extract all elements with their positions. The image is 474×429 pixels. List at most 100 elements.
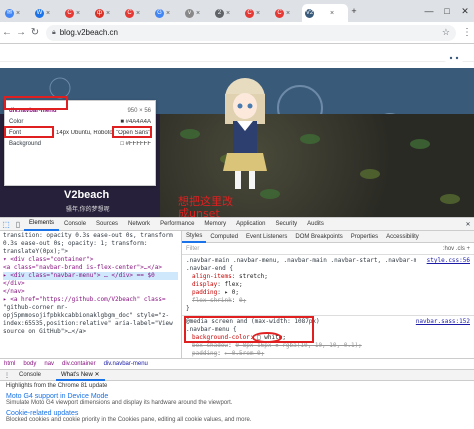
devtools-tab[interactable]: Security	[270, 218, 302, 231]
browser-tab[interactable]: W ×	[32, 4, 61, 22]
dom-node-line[interactable]: ▸ <div class="navbar-menu"> … </div> == …	[3, 272, 178, 280]
tab-close-icon[interactable]: ×	[256, 10, 260, 17]
tab-close-icon[interactable]: ×	[330, 10, 334, 17]
tab-favicon-icon: C	[275, 8, 284, 18]
breadcrumb-item[interactable]: nav	[44, 361, 54, 367]
dom-node-line[interactable]: transition: opacity 0.3s ease-out 0s, tr…	[3, 232, 178, 240]
devtools-close-button[interactable]: ✕	[462, 221, 474, 228]
tab-close-icon[interactable]: ×	[46, 10, 50, 17]
whats-new-item[interactable]: Moto G4 support in Device Mode Simulate M…	[6, 393, 468, 406]
inspect-icon[interactable]: ⬚	[0, 220, 12, 229]
browser-tab[interactable]: V2 ×	[302, 4, 348, 22]
dom-node-line[interactable]: </nav>	[3, 288, 178, 296]
devtools-panel: ⬚ ▯ Elements Console Sources Network Perform…	[0, 217, 474, 429]
browser-tab[interactable]: G ×	[152, 4, 181, 22]
tooltip-row-label: Color	[9, 118, 24, 125]
devtools-tab[interactable]: Performance	[155, 218, 199, 231]
bookmark-star-icon[interactable]: ☆	[442, 27, 450, 38]
highlight-box-background-label	[4, 126, 54, 138]
styles-subtab[interactable]: Properties	[347, 231, 382, 243]
whats-new-title[interactable]: Cookie-related updates	[6, 410, 468, 417]
drawer-menu-icon[interactable]: ⋮	[4, 372, 14, 379]
css-declaration[interactable]: display: flex;	[182, 281, 474, 289]
devtools-tab[interactable]: Network	[123, 218, 155, 231]
window-close-button[interactable]: ✕	[456, 6, 474, 17]
css-value: ▸ 0.5rem 0;	[224, 350, 265, 357]
browser-tab[interactable]: C ×	[62, 4, 91, 22]
devtools-tab[interactable]: Audits	[302, 218, 329, 231]
css-declaration[interactable]: align-items: stretch;	[182, 273, 474, 281]
tab-close-icon[interactable]: ×	[166, 10, 170, 17]
tab-close-icon[interactable]: ×	[106, 10, 110, 17]
breadcrumb-item[interactable]: body	[23, 361, 36, 367]
tab-close-icon[interactable]: ×	[226, 10, 230, 17]
rule2-source-link[interactable]: navbar.sass:152	[416, 318, 474, 326]
url-input[interactable]: 🔒︎ blog.v2beach.cn ☆	[46, 24, 456, 41]
device-toggle-icon[interactable]: ▯	[12, 220, 24, 229]
browser-tab[interactable]: v ×	[182, 4, 211, 22]
back-icon[interactable]: ←	[0, 27, 14, 38]
browser-tab[interactable]: C ×	[242, 4, 271, 22]
styles-subtab[interactable]: DOM Breakpoints	[291, 231, 346, 243]
dom-node-line[interactable]: 0.3s ease-out 0s; opacity: 1; transform:	[3, 240, 178, 248]
browser-tab[interactable]: ✉ ×	[2, 4, 31, 22]
styles-subtab[interactable]: Accessibility	[382, 231, 423, 243]
dom-node-line[interactable]: ▸ <a href="https://github.com/V2beach" c…	[3, 296, 178, 304]
css-value: 0;	[238, 297, 247, 304]
css-declaration[interactable]: flex-shrink: 0;	[182, 297, 474, 305]
devtools-tab[interactable]: Elements	[24, 218, 60, 231]
profile-name: V2beach	[64, 189, 110, 201]
styles-subtab[interactable]: Event Listeners	[242, 231, 291, 243]
dom-node-line[interactable]: translateY(0px);">	[3, 248, 178, 256]
styles-subtab[interactable]: Styles	[182, 231, 207, 243]
tab-favicon-icon: C	[245, 8, 254, 18]
drawer-tab[interactable]: Console	[14, 370, 46, 381]
styles-subtab[interactable]: Computed	[206, 231, 242, 243]
reload-icon[interactable]: ↻	[28, 27, 42, 38]
tab-close-icon[interactable]: ×	[76, 10, 80, 17]
dom-node-line[interactable]: "github-corner mr-	[3, 304, 178, 312]
devtools-tab-list: Elements Console Sources Network Performance…	[24, 218, 329, 231]
tab-favicon-icon: ф	[95, 8, 104, 18]
dom-node-line[interactable]: source on GitHub">…</a>	[3, 328, 178, 336]
devtools-tab[interactable]: Application	[231, 218, 270, 231]
whats-new-item[interactable]: Cookie-related updates Blocked cookies an…	[6, 410, 468, 423]
forward-icon[interactable]: →	[14, 27, 28, 38]
css-declaration[interactable]: padding: ▸ 0.5rem 0;	[182, 350, 474, 358]
tab-close-icon[interactable]: ×	[286, 10, 290, 17]
rule1-source-link[interactable]: style.css:56	[427, 257, 474, 265]
breadcrumb-item[interactable]: div.navbar-menu	[104, 361, 148, 367]
devtools-tab[interactable]: Memory	[199, 218, 231, 231]
dom-node-line[interactable]: index:65535,position:relative" aria-labe…	[3, 320, 178, 328]
lock-icon: 🔒︎	[52, 28, 56, 36]
whats-new-title[interactable]: Moto G4 support in Device Mode	[6, 393, 468, 400]
dom-node-line[interactable]: opj5pmmosojifpbkkcabbionaklgbgm_doc" sty…	[3, 312, 178, 320]
github-octocat-icon[interactable]	[440, 48, 468, 70]
breadcrumb-item[interactable]: div.container	[62, 361, 96, 367]
browser-tab[interactable]: ф ×	[92, 4, 121, 22]
devtools-tab[interactable]: Sources	[91, 218, 123, 231]
new-tab-button[interactable]: +	[348, 6, 360, 16]
browser-tab[interactable]: C ×	[122, 4, 151, 22]
tab-close-icon[interactable]: ×	[136, 10, 140, 17]
tab-favicon-icon: G	[155, 8, 164, 18]
dom-node-line[interactable]: ▾ <div class="container">	[3, 256, 178, 264]
profile-subtitle: 骚年,你的梦想呢	[66, 207, 110, 213]
browser-menu-icon[interactable]: ⋮	[460, 27, 474, 38]
drawer-tab[interactable]: What's New ✕	[56, 370, 105, 381]
devtools-tab[interactable]: Console	[59, 218, 91, 231]
css-declaration[interactable]: box-shadow: 0 8px 16px ▪ rgba(10, 10, 10…	[182, 342, 474, 350]
tab-close-icon[interactable]: ×	[196, 10, 200, 17]
hov-cls-buttons[interactable]: :hov .cls +	[443, 245, 470, 253]
maximize-button[interactable]: □	[438, 6, 456, 16]
styles-filter-input[interactable]: Filter	[186, 245, 443, 253]
minimize-button[interactable]: —	[420, 6, 438, 16]
tab-close-icon[interactable]: ×	[16, 10, 20, 17]
browser-tab[interactable]: C ×	[272, 4, 301, 22]
dom-node-line[interactable]: <a class="navbar-brand is-flex-center">……	[3, 264, 178, 272]
styles-pane: Styles Computed Event Listeners DOM Breakpo…	[182, 231, 474, 358]
browser-tab[interactable]: 2 ×	[212, 4, 241, 22]
dom-node-line[interactable]: </div>	[3, 280, 178, 288]
breadcrumb-item[interactable]: html	[4, 361, 15, 367]
css-declaration[interactable]: padding: ▸ 0;	[182, 289, 474, 297]
